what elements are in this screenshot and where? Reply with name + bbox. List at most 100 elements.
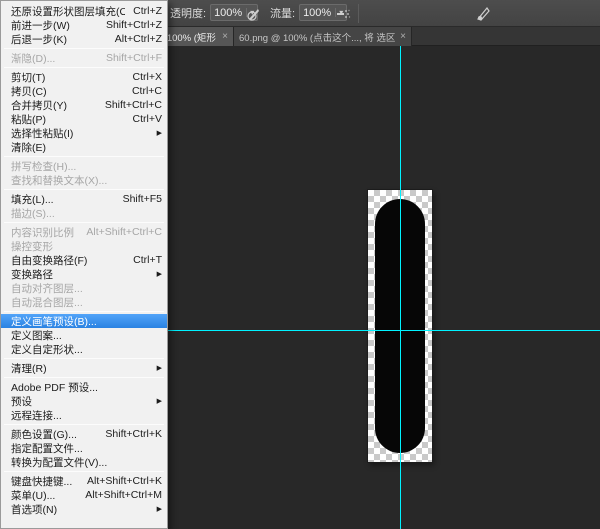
menu-separator — [4, 424, 164, 425]
menu-separator — [4, 189, 164, 190]
menu-item-shortcut: Alt+Shift+Ctrl+M — [85, 489, 162, 501]
menu-item-label: 操控变形 — [11, 239, 162, 254]
menu-item-label: 合并拷贝(Y) — [11, 98, 97, 113]
menu-item-label: 查找和替换文本(X)... — [11, 173, 162, 188]
menu-item-label: 定义图案... — [11, 328, 162, 343]
menu-item-label: Adobe PDF 预设... — [11, 380, 162, 395]
menu-item-label: 选择性粘贴(I) — [11, 126, 152, 141]
menu-item-label: 远程连接... — [11, 408, 162, 423]
menu-separator — [4, 222, 164, 223]
menu-separator — [4, 358, 164, 359]
menu-item[interactable]: 键盘快捷键... Alt+Shift+Ctrl+K — [1, 474, 167, 488]
menu-item-label: 描边(S)... — [11, 206, 162, 221]
menu-item[interactable]: 选择性粘贴(I) ▶ — [1, 126, 167, 140]
toolbar-divider — [358, 4, 359, 23]
menu-item-label: 变换路径 — [11, 267, 152, 282]
menu-item-shortcut: Alt+Shift+Ctrl+C — [86, 226, 162, 238]
menu-item[interactable]: 粘贴(P)Ctrl+V — [1, 112, 167, 126]
menu-item-label: 预设 — [11, 394, 152, 409]
submenu-arrow-icon: ▶ — [157, 506, 162, 513]
menu-separator — [4, 48, 164, 49]
tablet-pressure-opacity-icon[interactable] — [242, 4, 264, 23]
menu-separator — [4, 156, 164, 157]
menu-item[interactable]: 自由变换路径(F) Ctrl+T — [1, 253, 167, 267]
menu-item-shortcut: Shift+F5 — [123, 193, 162, 205]
menu-item-label: 转换为配置文件(V)... — [11, 455, 162, 470]
menu-item: 渐隐(D)...Shift+Ctrl+F — [1, 51, 167, 65]
menu-item-label: 键盘快捷键... — [11, 474, 79, 489]
menu-item[interactable]: 清除(E) — [1, 140, 167, 154]
edit-menu: 还原设置形状图层填充(O)Ctrl+Z前进一步(W) Shift+Ctrl+Z后退… — [0, 0, 168, 529]
menu-separator — [4, 471, 164, 472]
menu-item[interactable]: 定义画笔预设(B)... — [1, 314, 167, 328]
menu-item[interactable]: Adobe PDF 预设... — [1, 380, 167, 394]
menu-item[interactable]: 预设 ▶ — [1, 394, 167, 408]
menu-item: 内容识别比例 Alt+Shift+Ctrl+C — [1, 225, 167, 239]
menu-item[interactable]: 后退一步(K) Alt+Ctrl+Z — [1, 32, 167, 46]
flow-value: 100% — [303, 7, 331, 19]
menu-item-label: 清理(R) — [11, 361, 152, 376]
photoshop-window: 透明度: 100% ▾ 流量: 100% ▾ — [0, 0, 600, 529]
menu-item-label: 首选项(N) — [11, 502, 152, 517]
menu-item-label: 剪切(T) — [11, 70, 125, 85]
menu-item[interactable]: 定义自定形状... — [1, 342, 167, 356]
menu-item[interactable]: 颜色设置(G)...Shift+Ctrl+K — [1, 427, 167, 441]
menu-item-label: 菜单(U)... — [11, 488, 77, 503]
menu-item-label: 自由变换路径(F) — [11, 253, 125, 268]
airbrush-icon[interactable] — [332, 4, 354, 23]
menu-item-label: 自动对齐图层... — [11, 281, 162, 296]
menu-item-label: 内容识别比例 — [11, 225, 78, 240]
menu-item[interactable]: 剪切(T)Ctrl+X — [1, 70, 167, 84]
menu-item-label: 拼写检查(H)... — [11, 159, 162, 174]
menu-item-label: 定义画笔预设(B)... — [11, 314, 162, 329]
menu-separator — [4, 311, 164, 312]
menu-item[interactable]: 清理(R) ▶ — [1, 361, 167, 375]
menu-item[interactable]: 前进一步(W) Shift+Ctrl+Z — [1, 18, 167, 32]
menu-item-label: 后退一步(K) — [11, 32, 107, 47]
menu-item[interactable]: 定义图案... — [1, 328, 167, 342]
vertical-guide[interactable] — [400, 46, 401, 529]
menu-separator — [4, 377, 164, 378]
submenu-arrow-icon: ▶ — [157, 271, 162, 278]
menu-item-shortcut: Ctrl+C — [132, 85, 162, 97]
menu-item: 操控变形 — [1, 239, 167, 253]
menu-separator — [4, 67, 164, 68]
submenu-arrow-icon: ▶ — [157, 365, 162, 372]
tablet-pressure-size-icon[interactable] — [472, 4, 494, 23]
menu-item: 自动混合图层... — [1, 295, 167, 309]
menu-item-shortcut: Ctrl+V — [133, 113, 162, 125]
tab-close-icon[interactable]: × — [222, 32, 228, 42]
menu-item[interactable]: 远程连接... — [1, 408, 167, 422]
menu-item-shortcut: Ctrl+Z — [133, 5, 162, 17]
menu-item[interactable]: 还原设置形状图层填充(O)Ctrl+Z — [1, 4, 167, 18]
menu-item-shortcut: Alt+Ctrl+Z — [115, 33, 162, 45]
menu-item-label: 清除(E) — [11, 140, 162, 155]
menu-item: 描边(S)... — [1, 206, 167, 220]
menu-item: 自动对齐图层... — [1, 281, 167, 295]
opacity-value: 100% — [214, 7, 242, 19]
submenu-arrow-icon: ▶ — [157, 130, 162, 137]
menu-item[interactable]: 转换为配置文件(V)... — [1, 455, 167, 469]
menu-item-label: 渐隐(D)... — [11, 51, 98, 66]
menu-item[interactable]: 菜单(U)... Alt+Shift+Ctrl+M — [1, 488, 167, 502]
document-tab[interactable]: 60.png @ 100% (点击这个..., 将 选区转...× — [234, 27, 412, 46]
menu-item-label: 前进一步(W) — [11, 18, 98, 33]
flow-label: 流量: — [270, 5, 295, 21]
menu-item-label: 颜色设置(G)... — [11, 427, 97, 442]
menu-item-shortcut: Shift+Ctrl+Z — [106, 19, 162, 31]
menu-item[interactable]: 首选项(N) ▶ — [1, 502, 167, 516]
menu-item-shortcut: Shift+Ctrl+C — [105, 99, 162, 111]
menu-item[interactable]: 填充(L)... Shift+F5 — [1, 192, 167, 206]
submenu-arrow-icon: ▶ — [157, 398, 162, 405]
menu-item[interactable]: 变换路径 ▶ — [1, 267, 167, 281]
menu-item-label: 指定配置文件... — [11, 441, 162, 456]
tab-close-icon[interactable]: × — [400, 32, 406, 42]
menu-item-shortcut: Ctrl+T — [133, 254, 162, 266]
menu-item-shortcut: Alt+Shift+Ctrl+K — [87, 475, 162, 487]
menu-item[interactable]: 拷贝(C) Ctrl+C — [1, 84, 167, 98]
menu-item[interactable]: 合并拷贝(Y) Shift+Ctrl+C — [1, 98, 167, 112]
menu-item-label: 拷贝(C) — [11, 84, 124, 99]
menu-item-label: 填充(L)... — [11, 192, 115, 207]
menu-item: 拼写检查(H)... — [1, 159, 167, 173]
menu-item[interactable]: 指定配置文件... — [1, 441, 167, 455]
